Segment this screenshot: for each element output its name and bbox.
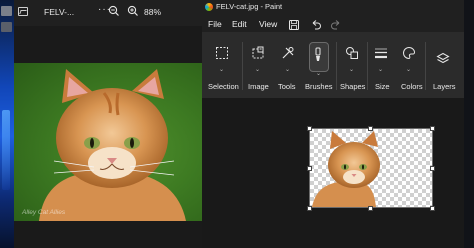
size-chevron-icon: ⌄	[378, 67, 384, 73]
photos-file-title: FELV-...	[44, 7, 75, 17]
menu-view[interactable]: View	[259, 19, 277, 29]
photos-toolbar: FELV-... ··· 88%	[14, 0, 202, 26]
size-label: Size	[375, 82, 390, 91]
brush-icon	[313, 47, 323, 68]
colors-palette-icon	[402, 46, 416, 65]
colors-chevron-icon: ⌄	[406, 67, 412, 73]
tools-icon	[281, 46, 295, 65]
cat-photo: Alley Cat Allies	[14, 63, 202, 221]
paint-canvas-area[interactable]	[202, 98, 464, 248]
resize-handle[interactable]	[368, 206, 373, 211]
colors-label: Colors	[401, 82, 423, 91]
zoom-in-icon	[127, 5, 138, 16]
redo-icon[interactable]	[330, 18, 342, 30]
layers-icon	[436, 52, 450, 71]
ribbon-group-image[interactable]: ⌄ Image	[243, 32, 273, 98]
zoom-in-button[interactable]	[126, 4, 140, 18]
ribbon-group-size[interactable]: ⌄ Size	[368, 32, 394, 98]
ribbon-group-shapes[interactable]: ⌄ Shapes	[337, 32, 367, 98]
resize-handle[interactable]	[307, 166, 312, 171]
resize-handle[interactable]	[430, 126, 435, 131]
selection-icon	[215, 46, 229, 65]
photo-watermark: Alley Cat Allies	[22, 209, 66, 216]
tools-chevron-icon: ⌄	[285, 67, 291, 73]
save-icon[interactable]	[288, 18, 300, 30]
resize-handle[interactable]	[430, 166, 435, 171]
shapes-icon	[345, 46, 359, 65]
image-crop-icon	[251, 46, 265, 65]
desktop-edge	[464, 0, 474, 248]
desktop-shortcut-icon[interactable]	[1, 6, 12, 16]
desktop-background	[0, 0, 14, 248]
tools-label: Tools	[278, 82, 296, 91]
layers-label: Layers	[433, 82, 456, 91]
cat-image	[39, 69, 186, 221]
ribbon-group-layers[interactable]: Layers	[426, 32, 460, 98]
resize-handle[interactable]	[307, 126, 312, 131]
size-icon	[374, 46, 388, 65]
selection-chevron-icon: ⌄	[219, 67, 225, 73]
ribbon-group-colors[interactable]: ⌄ Colors	[394, 32, 424, 98]
desktop-shortcut-icon[interactable]	[1, 22, 12, 32]
zoom-out-button[interactable]	[107, 4, 121, 18]
resize-handle[interactable]	[307, 206, 312, 211]
cat-cutout-image	[312, 131, 380, 207]
resize-handle[interactable]	[368, 126, 373, 131]
shapes-label: Shapes	[340, 82, 366, 91]
image-label: Image	[248, 82, 269, 91]
shapes-chevron-icon: ⌄	[349, 67, 355, 73]
menu-edit[interactable]: Edit	[232, 19, 247, 29]
paint-window: FELV-cat.jpg - Paint File Edit View ⌄ Se…	[202, 0, 464, 248]
paint-ribbon: ⌄ Selection ⌄ Image ⌄ Tools ⌄ Brushes ⌄ …	[202, 32, 464, 99]
brushes-label: Brushes	[305, 82, 333, 91]
selection-label: Selection	[208, 82, 239, 91]
zoom-level-text[interactable]: 88%	[144, 7, 161, 17]
image-chevron-icon: ⌄	[255, 67, 261, 73]
image-icon	[18, 7, 28, 16]
paint-canvas[interactable]	[309, 128, 433, 208]
paint-logo-icon	[205, 3, 213, 11]
paint-window-title: FELV-cat.jpg - Paint	[216, 2, 283, 11]
paint-menu-bar: File Edit View	[202, 14, 464, 32]
ribbon-group-brushes[interactable]: ⌄ Brushes	[303, 32, 335, 98]
brushes-chevron-icon: ⌄	[316, 71, 322, 77]
ribbon-group-tools[interactable]: ⌄ Tools	[273, 32, 303, 98]
undo-icon[interactable]	[310, 18, 322, 30]
photos-window: FELV-... ··· 88% Alley Cat Allies	[14, 0, 202, 248]
resize-handle[interactable]	[430, 206, 435, 211]
zoom-out-icon	[108, 5, 119, 16]
paint-titlebar: FELV-cat.jpg - Paint	[202, 0, 464, 14]
ribbon-group-selection[interactable]: ⌄ Selection	[202, 32, 242, 98]
menu-file[interactable]: File	[208, 19, 222, 29]
